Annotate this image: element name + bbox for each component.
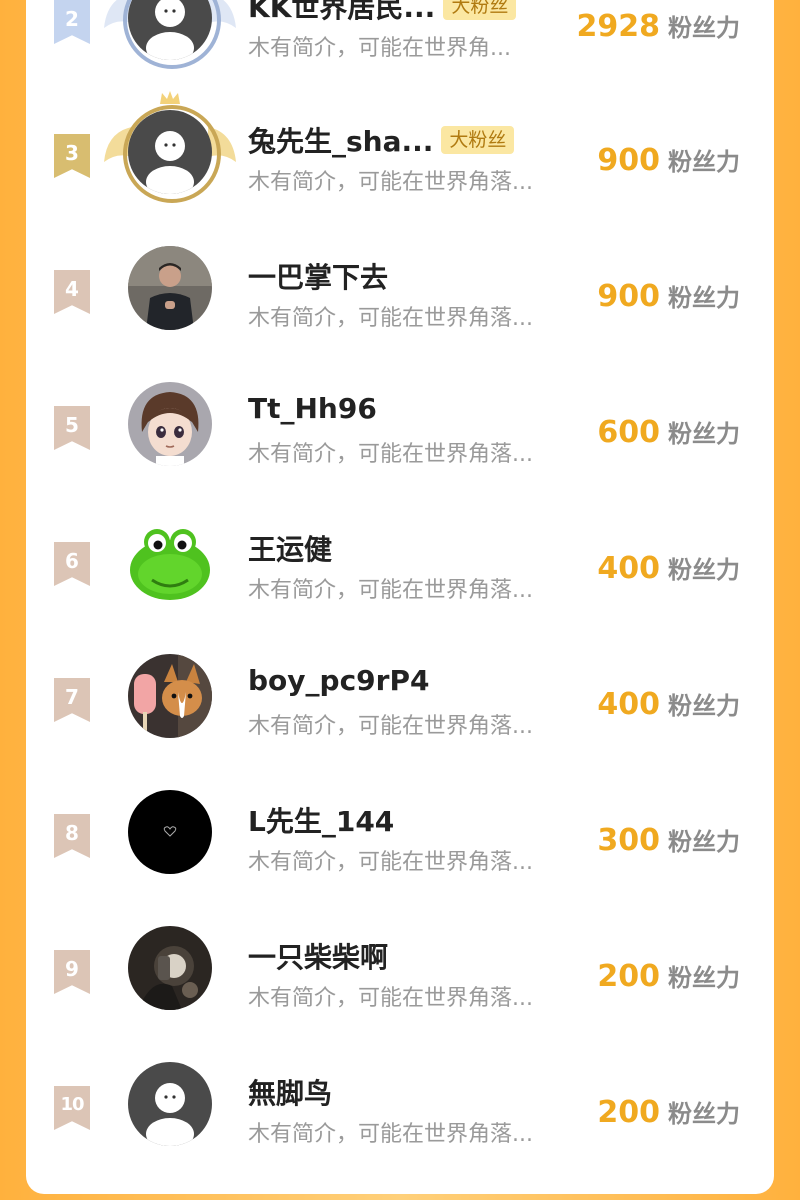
rank-ribbon: 6: [54, 542, 90, 586]
avatar-frame: [123, 105, 221, 203]
fan-power: 2928 粉丝力: [576, 9, 741, 44]
fan-bio: 木有简介，可能在世界角落...: [248, 714, 533, 739]
avatar[interactable]: [128, 518, 212, 602]
rank-ribbon: 4: [54, 270, 90, 314]
list-item[interactable]: 4 一巴掌下去 木有简介，可能在世界角落... 900 粉丝力: [26, 220, 774, 356]
fan-bio: 木有简介，可能在世界角落...: [248, 986, 533, 1011]
rank-ribbon: 3: [54, 134, 90, 178]
fan-power: 900 粉丝力: [597, 143, 740, 178]
fan-name[interactable]: 兔先生_sha... 大粉丝: [248, 120, 515, 160]
avatar-frame: [123, 0, 221, 69]
fan-name[interactable]: 無脚鸟: [248, 1072, 332, 1112]
fan-power: 400 粉丝力: [597, 687, 740, 722]
person-photo: [128, 246, 212, 330]
green-frog-avatar: [128, 518, 212, 602]
fan-bio: 木有简介，可能在世界角落...: [248, 850, 533, 875]
rank-ribbon: 10: [54, 1086, 90, 1130]
fan-name[interactable]: 一巴掌下去: [248, 256, 388, 296]
fan-bio: 木有简介，可能在世界角落...: [248, 442, 533, 467]
crown-icon: [160, 91, 180, 104]
fan-name[interactable]: 王运健: [248, 528, 332, 568]
list-item[interactable]: 6 王运健 木有简介，可能在世界角落... 400 粉丝力: [26, 492, 774, 628]
list-item[interactable]: 3 兔先生_sha... 大粉丝 木有简介，可能在世界角落... 900 粉丝力: [26, 84, 774, 220]
avatar[interactable]: [104, 0, 236, 69]
avatar[interactable]: [128, 382, 212, 466]
rank-ribbon: 2: [54, 0, 90, 44]
fan-power: 400 粉丝力: [597, 551, 740, 586]
list-item[interactable]: 5 Tt_Hh96 木有简介，可能在世界角落... 600 粉丝力: [26, 356, 774, 492]
dark-photo-avatar: [128, 926, 212, 1010]
fan-power: 900 粉丝力: [597, 279, 740, 314]
fan-name[interactable]: boy_pc9rP4: [248, 664, 429, 697]
fan-power: 600 粉丝力: [597, 415, 740, 450]
list-item[interactable]: 9 一只柴柴啊 木有简介，可能在世界角落... 200 粉丝力: [26, 900, 774, 1036]
corgi-popsicle-avatar: [128, 654, 212, 738]
fan-level-badge: 大粉丝: [443, 0, 517, 20]
default-avatar-icon: [128, 1062, 212, 1146]
avatar[interactable]: [128, 1062, 212, 1146]
fan-name[interactable]: L先生_144: [248, 800, 394, 840]
fan-bio: 木有简介，可能在世界角落...: [248, 578, 533, 603]
rank-ribbon: 9: [54, 950, 90, 994]
list-item[interactable]: 7 boy_pc9rP4 木有简介，可能在世界角落... 400 粉丝力: [26, 628, 774, 764]
fan-power: 200 粉丝力: [597, 959, 740, 994]
avatar[interactable]: [128, 926, 212, 1010]
avatar[interactable]: [128, 790, 212, 874]
fan-ranking-list: 2 KK世界居民... 大粉丝 木有简介，可能在世界角... 2928 粉丝力 3 …: [26, 0, 774, 1194]
list-item[interactable]: 10 無脚鸟 木有简介，可能在世界角落... 200 粉丝力: [26, 1036, 774, 1172]
fan-power: 200 粉丝力: [597, 1095, 740, 1130]
rank-ribbon: 5: [54, 406, 90, 450]
anime-boy-avatar: [128, 382, 212, 466]
black-heart-avatar: [128, 790, 212, 874]
avatar[interactable]: [104, 91, 236, 203]
avatar[interactable]: [128, 246, 212, 330]
rank-ribbon: 7: [54, 678, 90, 722]
fan-bio: 木有简介，可能在世界角落...: [248, 170, 533, 195]
fan-bio: 木有简介，可能在世界角...: [248, 36, 511, 61]
fan-bio: 木有简介，可能在世界角落...: [248, 1122, 533, 1147]
avatar[interactable]: [128, 654, 212, 738]
fan-level-badge: 大粉丝: [441, 126, 515, 154]
fan-name[interactable]: 一只柴柴啊: [248, 936, 388, 976]
rank-ribbon: 8: [54, 814, 90, 858]
fan-name[interactable]: KK世界居民... 大粉丝: [248, 0, 517, 26]
fan-power: 300 粉丝力: [597, 823, 740, 858]
fan-name[interactable]: Tt_Hh96: [248, 392, 377, 425]
list-item[interactable]: 8 L先生_144 木有简介，可能在世界角落... 300 粉丝力: [26, 764, 774, 900]
fan-bio: 木有简介，可能在世界角落...: [248, 306, 533, 331]
list-item[interactable]: 2 KK世界居民... 大粉丝 木有简介，可能在世界角... 2928 粉丝力: [26, 0, 774, 86]
